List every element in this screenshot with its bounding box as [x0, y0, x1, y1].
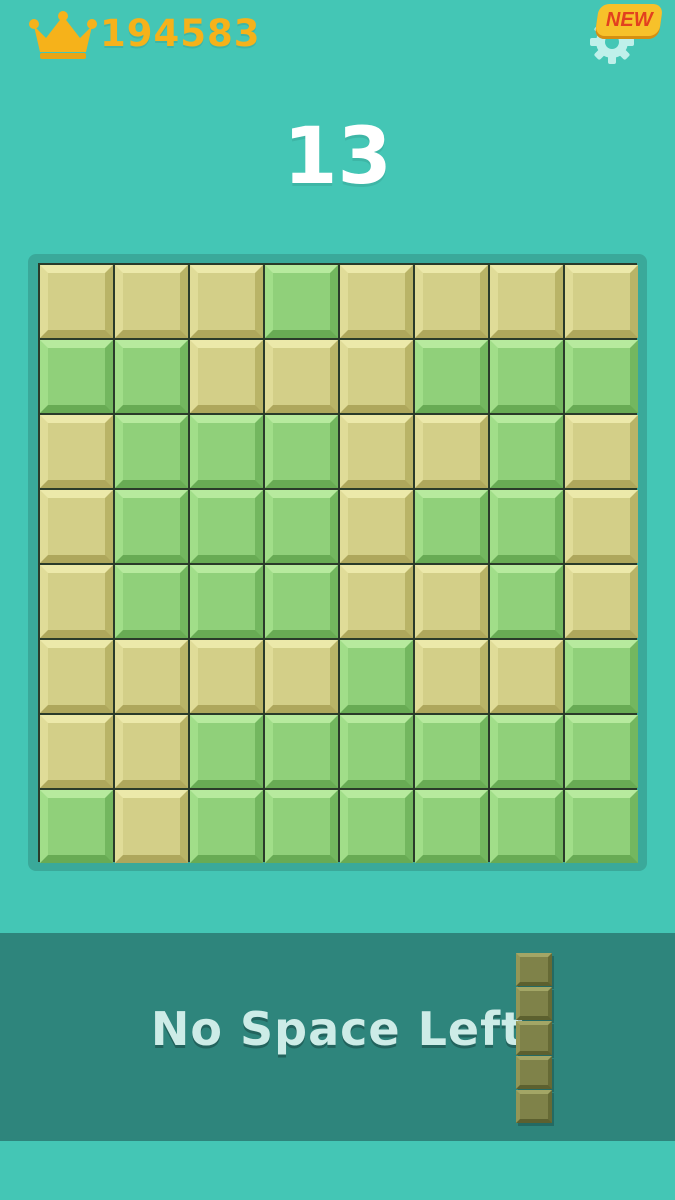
board-cell[interactable]	[40, 565, 113, 638]
board-cell[interactable]	[340, 640, 413, 713]
board-cell[interactable]	[565, 415, 638, 488]
board-cell[interactable]	[565, 340, 638, 413]
board-cell[interactable]	[340, 490, 413, 563]
piece-block	[516, 1055, 552, 1089]
board-cell[interactable]	[40, 415, 113, 488]
board-cell[interactable]	[190, 640, 263, 713]
board-cell[interactable]	[490, 340, 563, 413]
board-cell[interactable]	[190, 340, 263, 413]
board-cell[interactable]	[40, 790, 113, 863]
new-badge[interactable]: NEW	[594, 4, 664, 36]
board-cell[interactable]	[115, 415, 188, 488]
board-cell[interactable]	[490, 415, 563, 488]
board-cell[interactable]	[490, 565, 563, 638]
board-cell[interactable]	[265, 640, 338, 713]
board-cell[interactable]	[115, 640, 188, 713]
board-cell[interactable]	[340, 415, 413, 488]
board-cell[interactable]	[115, 715, 188, 788]
board-cell[interactable]	[265, 490, 338, 563]
board-cell[interactable]	[490, 265, 563, 338]
game-board[interactable]	[38, 263, 638, 863]
board-cell[interactable]	[340, 790, 413, 863]
board-cell[interactable]	[565, 565, 638, 638]
board-cell[interactable]	[265, 265, 338, 338]
board-cell[interactable]	[190, 715, 263, 788]
current-score: 13	[283, 112, 392, 202]
board-cell[interactable]	[415, 565, 488, 638]
board-cell[interactable]	[190, 790, 263, 863]
board-cell[interactable]	[115, 565, 188, 638]
board-cell[interactable]	[40, 640, 113, 713]
new-badge-label: NEW	[605, 8, 653, 31]
crown-icon	[29, 11, 97, 59]
board-cell[interactable]	[265, 715, 338, 788]
board-cell[interactable]	[565, 490, 638, 563]
board-cell[interactable]	[265, 790, 338, 863]
board-cell[interactable]	[565, 715, 638, 788]
board-cell[interactable]	[415, 640, 488, 713]
board-cell[interactable]	[415, 415, 488, 488]
board-cell[interactable]	[415, 490, 488, 563]
board-cell[interactable]	[340, 715, 413, 788]
board-cell[interactable]	[115, 340, 188, 413]
top-bar: 194583 NEW	[0, 0, 675, 80]
board-cell[interactable]	[40, 490, 113, 563]
piece-block	[516, 1021, 552, 1055]
board-cell[interactable]	[490, 640, 563, 713]
vertical-line-piece[interactable]	[516, 953, 552, 1124]
piece-block	[516, 1089, 552, 1124]
board-cell[interactable]	[190, 415, 263, 488]
board-cell[interactable]	[415, 340, 488, 413]
board-cell[interactable]	[415, 265, 488, 338]
board-cell[interactable]	[265, 340, 338, 413]
board-cell[interactable]	[115, 490, 188, 563]
board-cell[interactable]	[565, 640, 638, 713]
board-cell[interactable]	[490, 490, 563, 563]
board-cell[interactable]	[340, 265, 413, 338]
board-cell[interactable]	[40, 340, 113, 413]
board-cell[interactable]	[190, 490, 263, 563]
best-score: 194583	[100, 12, 261, 55]
board-cell[interactable]	[565, 265, 638, 338]
board-cell[interactable]	[265, 565, 338, 638]
no-space-left-message: No Space Left	[150, 1002, 525, 1056]
board-cell[interactable]	[265, 415, 338, 488]
board-cell[interactable]	[115, 265, 188, 338]
board-cell[interactable]	[490, 715, 563, 788]
board-cell[interactable]	[40, 715, 113, 788]
board-cell[interactable]	[415, 790, 488, 863]
board-cell[interactable]	[190, 265, 263, 338]
board-cell[interactable]	[340, 565, 413, 638]
board-cell[interactable]	[190, 565, 263, 638]
board-cell[interactable]	[340, 340, 413, 413]
board-cell[interactable]	[115, 790, 188, 863]
board-cell[interactable]	[40, 265, 113, 338]
piece-block	[516, 953, 552, 987]
piece-block	[516, 987, 552, 1021]
board-cell[interactable]	[490, 790, 563, 863]
board-cell[interactable]	[565, 790, 638, 863]
board-cell[interactable]	[415, 715, 488, 788]
